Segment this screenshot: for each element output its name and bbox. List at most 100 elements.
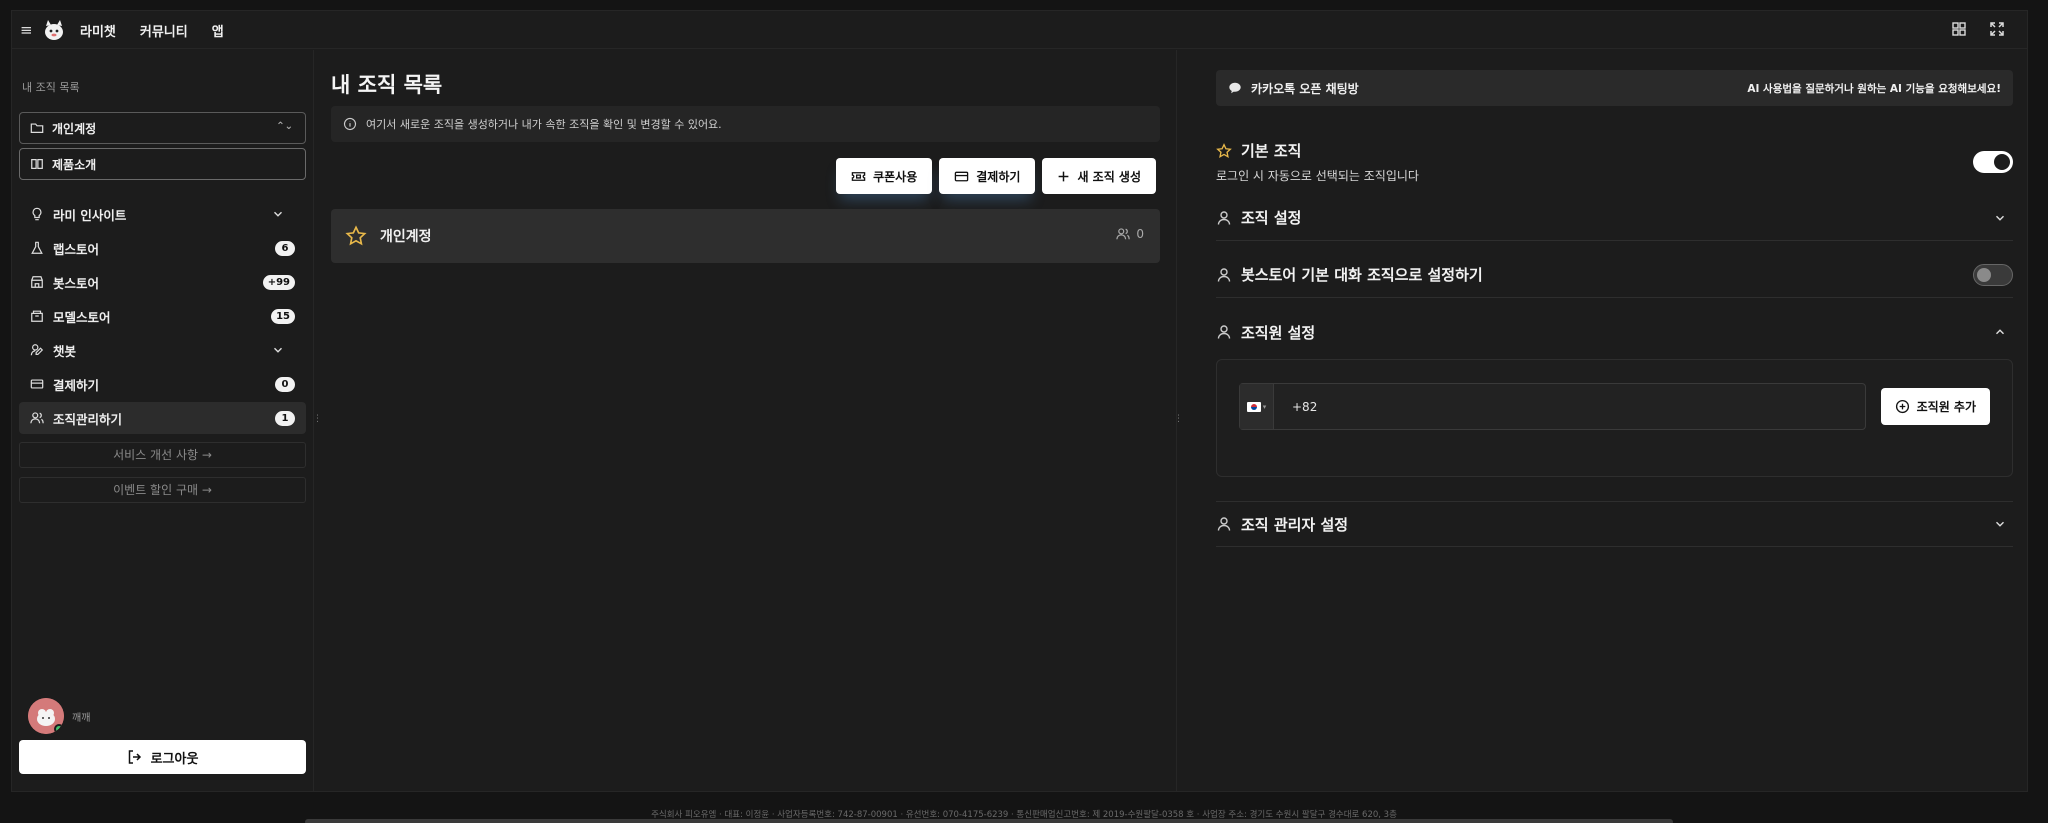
org-settings-section[interactable]: 조직 설정 [1216, 195, 2013, 241]
sidebar-item-org-manage[interactable]: 조직관리하기 1 [19, 402, 306, 434]
bottom-scrollbar[interactable] [305, 819, 1673, 823]
botstore-default-toggle[interactable] [1973, 264, 2013, 286]
ticket-icon [851, 171, 866, 181]
nav-app[interactable]: 앱 [212, 21, 224, 40]
fullscreen-icon[interactable] [1989, 21, 2005, 37]
sidebar-item-labstore[interactable]: 랩스토어 6 [19, 232, 306, 264]
botstore-default-title: 봇스토어 기본 대화 조직으로 설정하기 [1241, 266, 1483, 284]
plus-icon [1059, 171, 1069, 181]
sidebar-item-botstore[interactable]: 봇스토어 +99 [19, 266, 306, 298]
logout-label: 로그아웃 [150, 751, 199, 767]
default-org-toggle[interactable] [1973, 151, 2013, 173]
member-settings-section[interactable]: 조직원 설정 [1216, 309, 2013, 355]
info-icon [343, 117, 357, 131]
nav-lamichat[interactable]: 라미챗 [80, 21, 116, 40]
app-frame: ≡ 라미챗 커뮤니티 앱 내 조직 목록 개인계정 ⌃⌄ 제품소개 라미 인사이… [11, 10, 2028, 792]
toggle-knob [1977, 268, 1991, 282]
user-icon [1217, 267, 1231, 282]
book-icon [31, 159, 43, 169]
org-name: 개인계정 [380, 229, 432, 245]
org-settings-title-row: 조직 설정 [1216, 207, 1301, 228]
admin-settings-section[interactable]: 조직 관리자 설정 [1216, 501, 2013, 547]
logout-button[interactable]: 로그아웃 [19, 740, 306, 774]
users-icon [1116, 228, 1131, 240]
phone-input[interactable]: ▾ +82 [1239, 383, 1866, 430]
username: 깨깨 [72, 713, 91, 724]
lami-logo-icon[interactable] [42, 18, 66, 42]
botstore-default-title-row: 봇스토어 기본 대화 조직으로 설정하기 [1216, 264, 1483, 285]
user-icon [1217, 210, 1231, 225]
sidebar-item-label: 결제하기 [53, 377, 100, 393]
kakao-label: 카카오톡 오픈 채팅방 [1251, 81, 1359, 96]
count-badge: 0 [275, 377, 295, 392]
main-panel: 내 조직 목록 여기서 새로운 조직을 생성하거나 내가 속한 조직을 확인 및… [315, 50, 1177, 791]
add-member-button[interactable]: 조직원 추가 [1880, 388, 1990, 425]
top-nav: 라미챗 커뮤니티 앱 [80, 11, 224, 49]
hamburger-menu-icon[interactable]: ≡ [20, 22, 36, 38]
count-badge: 15 [271, 309, 295, 324]
kakao-openchat-banner[interactable]: 카카오톡 오픈 채팅방 AI 사용법을 질문하거나 원하는 AI 기능을 요청해… [1216, 70, 2013, 106]
action-buttons: 쿠폰사용 결제하기 새 조직 생성 [836, 158, 1156, 194]
sidebar-item-label: 봇스토어 [53, 275, 100, 291]
package-icon [31, 310, 43, 322]
chevron-down-icon [274, 211, 282, 217]
chevron-up-icon [1996, 329, 2004, 335]
sidebar-item-payment[interactable]: 결제하기 0 [19, 368, 306, 400]
member-count-value: 0 [1136, 227, 1144, 241]
sidebar-item-label: 라미 인사이트 [53, 207, 127, 223]
lightbulb-icon [32, 207, 42, 221]
member-settings-title: 조직원 설정 [1241, 323, 1316, 342]
sidebar-item-chatbot[interactable]: 챗봇 [19, 334, 306, 366]
sidebar: 내 조직 목록 개인계정 ⌃⌄ 제품소개 라미 인사이트 랩스토어 6 봇스토어… [12, 50, 314, 791]
org-selector[interactable]: 개인계정 ⌃⌄ [19, 112, 306, 144]
add-member-label: 조직원 추가 [1916, 400, 1976, 414]
card-icon [30, 379, 44, 389]
bot-icon [30, 344, 44, 356]
nav-community[interactable]: 커뮤니티 [140, 21, 188, 40]
service-improve-link[interactable]: 서비스 개선 사항 → [19, 442, 306, 468]
star-icon [1216, 142, 1232, 158]
updown-chevron-icon: ⌃⌄ [276, 121, 293, 132]
toggle-knob [1994, 154, 2010, 170]
org-list-item[interactable]: 개인계정 0 [331, 209, 1160, 263]
flask-icon [31, 241, 43, 254]
country-select[interactable]: ▾ [1240, 384, 1274, 429]
count-badge: 6 [275, 241, 295, 256]
org-settings-title: 조직 설정 [1241, 209, 1302, 227]
sidebar-item-lami-insight[interactable]: 라미 인사이트 [19, 198, 306, 230]
coupon-button[interactable]: 쿠폰사용 [836, 158, 933, 194]
event-discount-link[interactable]: 이벤트 할인 구매 → [19, 477, 306, 503]
sidebar-item-modelstore[interactable]: 모델스토어 15 [19, 300, 306, 332]
admin-settings-title: 조직 관리자 설정 [1241, 515, 1349, 534]
star-icon[interactable] [345, 225, 367, 247]
member-count: 0 [1116, 227, 1144, 241]
phone-country-code: +82 [1292, 399, 1318, 414]
user-icon [1217, 517, 1231, 531]
new-org-button-label: 새 조직 생성 [1077, 169, 1141, 184]
page-title: 내 조직 목록 [331, 73, 443, 97]
default-org-title: 기본 조직 [1241, 142, 1302, 160]
default-org-section: 기본 조직 로그인 시 자동으로 선택되는 조직입니다 [1216, 140, 2013, 186]
users-icon [30, 412, 44, 424]
org-selector-value: 개인계정 [52, 121, 97, 136]
kakao-hint: AI 사용법을 질문하거나 원하는 AI 기능을 요청해보세요! [1747, 82, 2001, 95]
sidebar-item-label: 랩스토어 [53, 241, 100, 257]
product-intro-button[interactable]: 제품소개 [19, 148, 306, 180]
new-org-button[interactable]: 새 조직 생성 [1042, 158, 1156, 194]
settings-panel: 카카오톡 오픈 채팅방 AI 사용법을 질문하거나 원하는 AI 기능을 요청해… [1178, 50, 2029, 791]
product-intro-label: 제품소개 [52, 157, 97, 172]
botstore-default-section: 봇스토어 기본 대화 조직으로 설정하기 [1216, 252, 2013, 298]
folder-icon [30, 123, 44, 133]
sidebar-item-label: 챗봇 [53, 343, 77, 359]
avatar[interactable] [28, 698, 64, 734]
grid-icon[interactable] [1951, 21, 1967, 37]
default-org-desc: 로그인 시 자동으로 선택되는 조직입니다 [1216, 169, 1419, 183]
store-icon [31, 276, 43, 288]
topbar-actions [1951, 21, 2005, 37]
plus-circle-icon [1895, 399, 1909, 414]
chevron-down-icon [1996, 521, 2004, 527]
member-settings-title-row: 조직원 설정 [1216, 322, 1315, 343]
pay-button[interactable]: 결제하기 [939, 158, 1036, 194]
sidebar-item-label: 모델스토어 [53, 309, 111, 325]
user-icon [1217, 325, 1231, 339]
